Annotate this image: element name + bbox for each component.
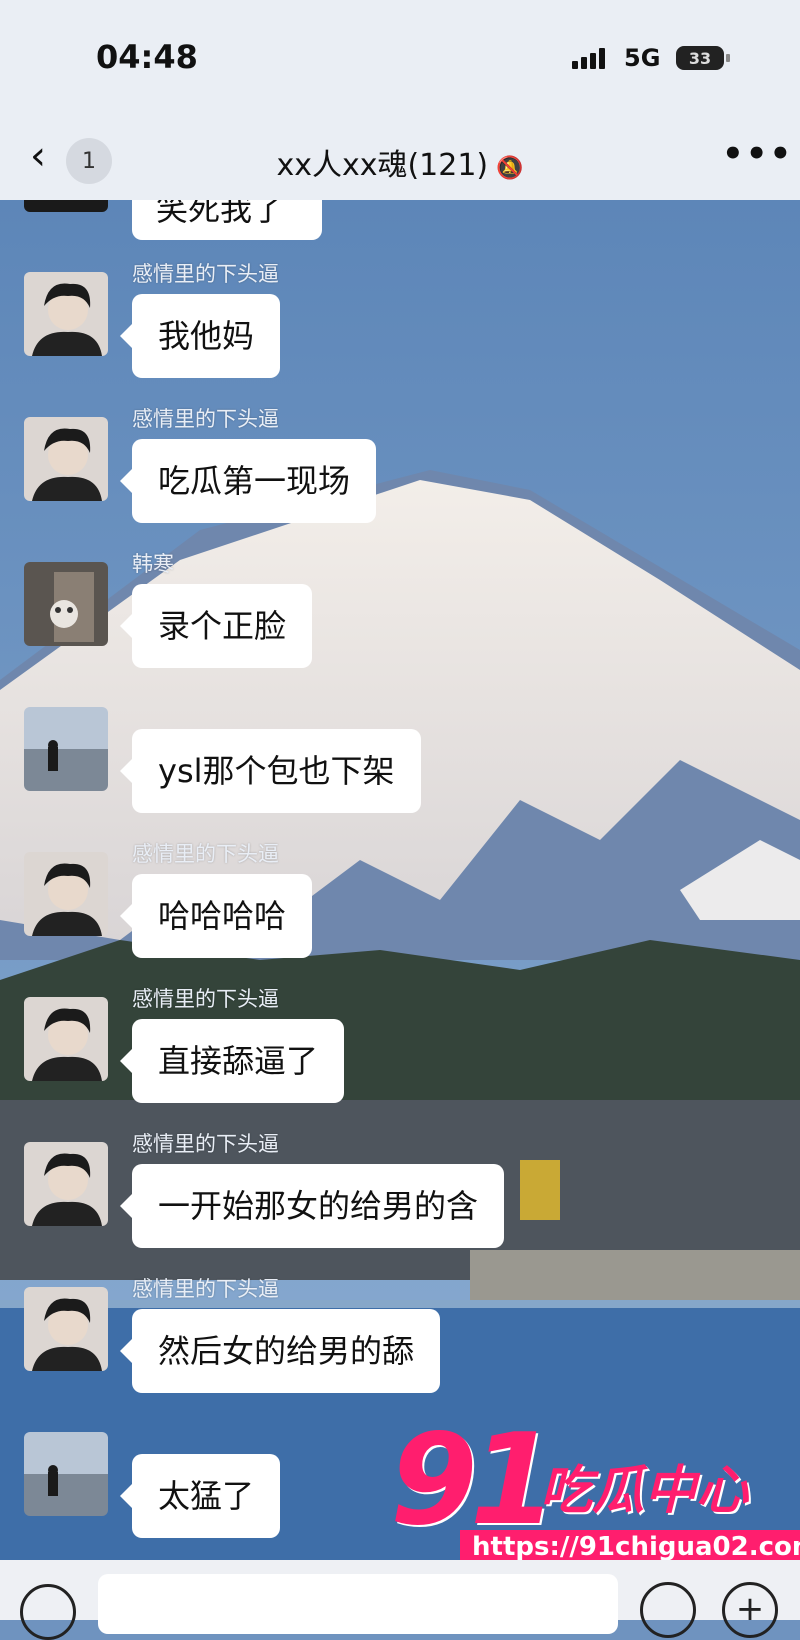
sender-name: 感情里的下头逼 xyxy=(132,407,279,431)
sender-name: 感情里的下头逼 xyxy=(132,987,279,1011)
message-text: 太猛了 xyxy=(158,1477,255,1515)
message-text: 我他妈 xyxy=(158,317,255,355)
watermark: 91 吃瓜中心 https://91chigua02.com xyxy=(390,1406,800,1570)
clock: 04:48 xyxy=(96,38,198,76)
sender-name: 感情里的下头逼 xyxy=(132,842,279,866)
mute-bell-icon: 🔕 xyxy=(496,156,524,181)
sender-name: 韩寒 xyxy=(132,552,174,576)
message-text: 一开始那女的给男的含 xyxy=(158,1187,479,1225)
group-name: xx人xx魂(121) xyxy=(276,148,489,183)
message-row: 感情里的下头逼 直接舔逼了 xyxy=(0,987,800,1117)
watermark-url: https://91chigua02.com xyxy=(460,1530,800,1564)
network-type: 5G xyxy=(624,44,661,72)
message-row: 感情里的下头逼 我他妈 xyxy=(0,262,800,392)
avatar[interactable] xyxy=(24,417,108,501)
message-text: 笑死我了 xyxy=(156,200,285,228)
more-icon[interactable]: ••• xyxy=(722,134,793,174)
message-row: 感情里的下头逼 哈哈哈哈 xyxy=(0,842,800,972)
chat-title: xx人xx魂(121) 🔕 xyxy=(0,140,800,184)
voice-icon[interactable] xyxy=(20,1584,76,1640)
sender-name: 感情里的下头逼 xyxy=(132,1277,279,1301)
message-bubble[interactable]: 录个正脸 xyxy=(119,584,313,668)
avatar[interactable] xyxy=(24,200,108,212)
message-row: 感情里的下头逼 一开始那女的给男的含 xyxy=(0,1132,800,1262)
chat-header: ‹ 1 xx人xx魂(121) 🔕 ••• xyxy=(0,120,800,200)
avatar[interactable] xyxy=(24,997,108,1081)
message-bubble[interactable]: 太猛了 xyxy=(119,1454,281,1538)
avatar[interactable] xyxy=(24,272,108,356)
plus-icon[interactable]: + xyxy=(722,1582,778,1638)
message-bubble[interactable]: 一开始那女的给男的含 xyxy=(119,1164,505,1248)
message-text: 录个正脸 xyxy=(158,607,287,645)
message-row: 感情里的下头逼 吃瓜第一现场 xyxy=(0,407,800,537)
emoji-icon[interactable] xyxy=(640,1582,696,1638)
message-text: 直接舔逼了 xyxy=(158,1042,319,1080)
message-text: 然后女的给男的舔 xyxy=(158,1332,415,1370)
message-row: 感情里的下头逼 然后女的给男的舔 xyxy=(0,1277,800,1407)
message-bubble[interactable]: 我他妈 xyxy=(119,294,281,378)
sender-name: 感情里的下头逼 xyxy=(132,1132,279,1156)
avatar[interactable] xyxy=(24,1287,108,1371)
message-row: 韩寒 录个正脸 xyxy=(0,552,800,682)
message-text: ysl那个包也下架 xyxy=(158,752,395,790)
message-row: ysl那个包也下架 xyxy=(0,707,800,827)
message-bubble[interactable]: 吃瓜第一现场 xyxy=(119,439,377,523)
message-bubble[interactable]: 直接舔逼了 xyxy=(119,1019,345,1103)
avatar[interactable] xyxy=(24,562,108,646)
message-bubble[interactable]: 哈哈哈哈 xyxy=(119,874,313,958)
avatar[interactable] xyxy=(24,852,108,936)
message-text: 吃瓜第一现场 xyxy=(158,462,351,500)
message-bubble[interactable]: ysl那个包也下架 xyxy=(120,729,421,813)
avatar[interactable] xyxy=(24,1142,108,1226)
avatar[interactable] xyxy=(24,707,108,791)
watermark-brand: 吃瓜中心 xyxy=(540,1461,749,1521)
input-bar: + xyxy=(0,1560,800,1640)
message-bubble-partial[interactable]: 笑死我了 xyxy=(132,200,322,240)
battery-icon: 33 xyxy=(676,46,730,70)
status-bar: 04:48 5G 33 xyxy=(0,0,800,120)
message-bubble[interactable]: 然后女的给男的舔 xyxy=(119,1309,441,1393)
avatar[interactable] xyxy=(24,1432,108,1516)
signal-icon xyxy=(572,48,605,69)
message-input[interactable] xyxy=(98,1574,618,1634)
sender-name: 感情里的下头逼 xyxy=(132,262,279,286)
message-text: 哈哈哈哈 xyxy=(158,897,287,935)
